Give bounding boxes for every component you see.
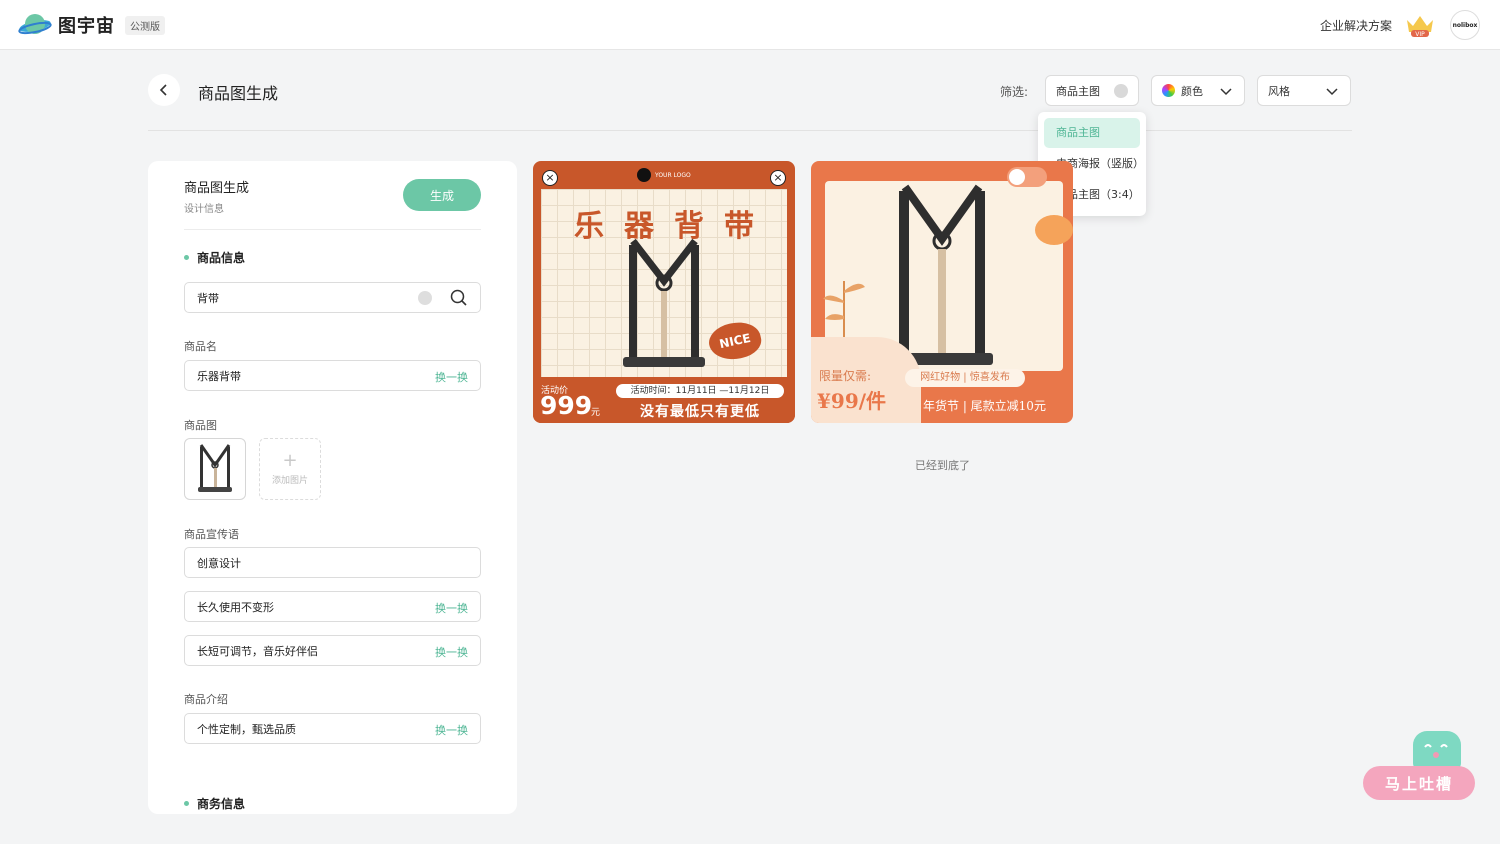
lantern-icon <box>1035 215 1073 245</box>
close-icon[interactable]: × <box>770 170 786 186</box>
result-poster-2[interactable]: 限量仅需: ¥99/件 网红好物 | 惊喜发布 年货节 | 尾款立减10元 <box>811 161 1073 423</box>
generate-button[interactable]: 生成 <box>403 179 481 211</box>
clear-icon[interactable] <box>1114 84 1128 98</box>
slogan-field-1[interactable]: 创意设计 <box>184 547 481 578</box>
add-image-button[interactable]: + 添加图片 <box>259 438 321 500</box>
vip-label: VIP <box>1415 31 1425 38</box>
page-title: 商品图生成 <box>198 84 279 103</box>
poster-promo: 年货节 | 尾款立减10元 <box>923 399 1046 413</box>
section-dot <box>184 255 189 260</box>
poster-tag: 网红好物 | 惊喜发布 <box>905 369 1025 387</box>
header-divider <box>148 130 1352 131</box>
slogan-field-3[interactable]: 长短可调节，音乐好伴侣 换一换 <box>184 635 481 666</box>
chevron-down-icon <box>1220 88 1232 96</box>
intro-label: 商品介绍 <box>184 693 228 706</box>
poster-logo-text: YOUR LOGO <box>655 171 691 179</box>
swap-button[interactable]: 换一换 <box>435 644 468 660</box>
product-info-heading: 商品信息 <box>184 249 245 266</box>
product-info-label: 商品信息 <box>197 251 246 265</box>
plus-icon: + <box>282 449 298 471</box>
slogan-value: 创意设计 <box>197 556 241 570</box>
end-of-list-text: 已经到底了 <box>915 459 970 472</box>
business-info-heading: 商务信息 <box>184 795 245 812</box>
slogan-value: 长短可调节，音乐好伴侣 <box>197 644 318 658</box>
bamboo-leaves-icon <box>823 281 865 341</box>
activity-date: 活动时间：11月11日 —11月12日 <box>616 384 784 398</box>
logo-mark-icon <box>1009 169 1025 185</box>
intro-field[interactable]: 个性定制，甄选品质 换一换 <box>184 713 481 744</box>
product-search-input[interactable]: 背带 <box>184 282 481 313</box>
price-unit: 元 <box>591 408 601 418</box>
activity-price: 999 <box>540 391 593 420</box>
mascot-icon <box>1413 731 1461 771</box>
product-image-label: 商品图 <box>184 419 217 432</box>
clear-icon[interactable] <box>418 291 432 305</box>
chevron-left-icon <box>159 84 167 96</box>
avatar[interactable]: nolibox <box>1450 10 1480 40</box>
poster-slogan: 没有最低只有更低 <box>640 404 760 420</box>
panel-subtitle: 设计信息 <box>184 204 224 215</box>
poster-price: ¥99/件 <box>817 389 887 413</box>
brand-name: 图宇宙 <box>58 16 115 37</box>
slogan-label: 商品宣传语 <box>184 528 239 541</box>
section-dot <box>184 801 189 806</box>
filter-style-value: 风格 <box>1268 84 1290 98</box>
product-name-value: 乐器背带 <box>197 369 241 383</box>
swap-button[interactable]: 换一换 <box>435 369 468 385</box>
enterprise-solutions-link[interactable]: 企业解决方案 <box>1320 17 1392 34</box>
filter-style-select[interactable]: 风格 <box>1257 75 1351 106</box>
search-value: 背带 <box>197 291 219 305</box>
feedback-widget[interactable]: 马上吐槽 <box>1363 731 1477 801</box>
slogan-value: 长久使用不变形 <box>197 600 274 614</box>
strap-product-icon <box>891 184 993 365</box>
strap-product-icon <box>198 444 232 492</box>
planet-logo-icon <box>18 14 52 35</box>
filter-type-select[interactable]: 商品主图 <box>1045 75 1139 106</box>
feedback-button[interactable]: 马上吐槽 <box>1363 766 1475 800</box>
design-info-panel: 商品图生成 设计信息 生成 商品信息 背带 商品名 乐器背带 换一换 商品图 +… <box>148 161 517 814</box>
logo-badge <box>1007 167 1047 187</box>
add-image-label: 添加图片 <box>271 475 308 486</box>
filter-color-value: 颜色 <box>1181 84 1203 98</box>
panel-divider <box>184 229 481 230</box>
back-button[interactable] <box>148 74 180 106</box>
mascot-face-icon <box>1424 744 1448 758</box>
close-icon[interactable]: × <box>542 170 558 186</box>
product-name-field[interactable]: 乐器背带 换一换 <box>184 360 481 391</box>
chevron-down-icon <box>1326 88 1338 96</box>
logo[interactable]: 图宇宙 公测版 <box>18 11 165 39</box>
result-poster-1[interactable]: × × YOUR LOGO 乐器背带 NICE 活动价 999 元 活动时间：1… <box>533 161 795 423</box>
filter-type-value: 商品主图 <box>1056 84 1100 98</box>
product-image-thumbnail[interactable] <box>184 438 246 500</box>
poster-bottom-bar: 活动价 999 元 活动时间：11月11日 —11月12日 没有最低只有更低 <box>533 377 795 423</box>
search-icon[interactable] <box>450 289 468 307</box>
limit-label: 限量仅需: <box>819 369 872 383</box>
vip-crown-icon[interactable]: VIP <box>1404 12 1436 38</box>
filter-label: 筛选: <box>1000 85 1029 99</box>
color-wheel-icon <box>1162 84 1175 97</box>
business-info-label: 商务信息 <box>197 797 246 811</box>
slogan-field-2[interactable]: 长久使用不变形 换一换 <box>184 591 481 622</box>
product-name-label: 商品名 <box>184 340 217 353</box>
swap-button[interactable]: 换一换 <box>435 722 468 738</box>
panel-title: 商品图生成 <box>184 181 250 196</box>
top-bar: 图宇宙 公测版 企业解决方案 VIP nolibox <box>0 0 1500 50</box>
intro-value: 个性定制，甄选品质 <box>197 722 296 736</box>
logo-mark-icon <box>637 168 651 182</box>
swap-button[interactable]: 换一换 <box>435 600 468 616</box>
dropdown-item-main-image[interactable]: 商品主图 <box>1044 118 1140 148</box>
strap-product-icon <box>623 238 705 367</box>
poster-logo: YOUR LOGO <box>637 168 691 182</box>
filter-color-select[interactable]: 颜色 <box>1151 75 1245 106</box>
beta-badge: 公测版 <box>125 15 165 35</box>
